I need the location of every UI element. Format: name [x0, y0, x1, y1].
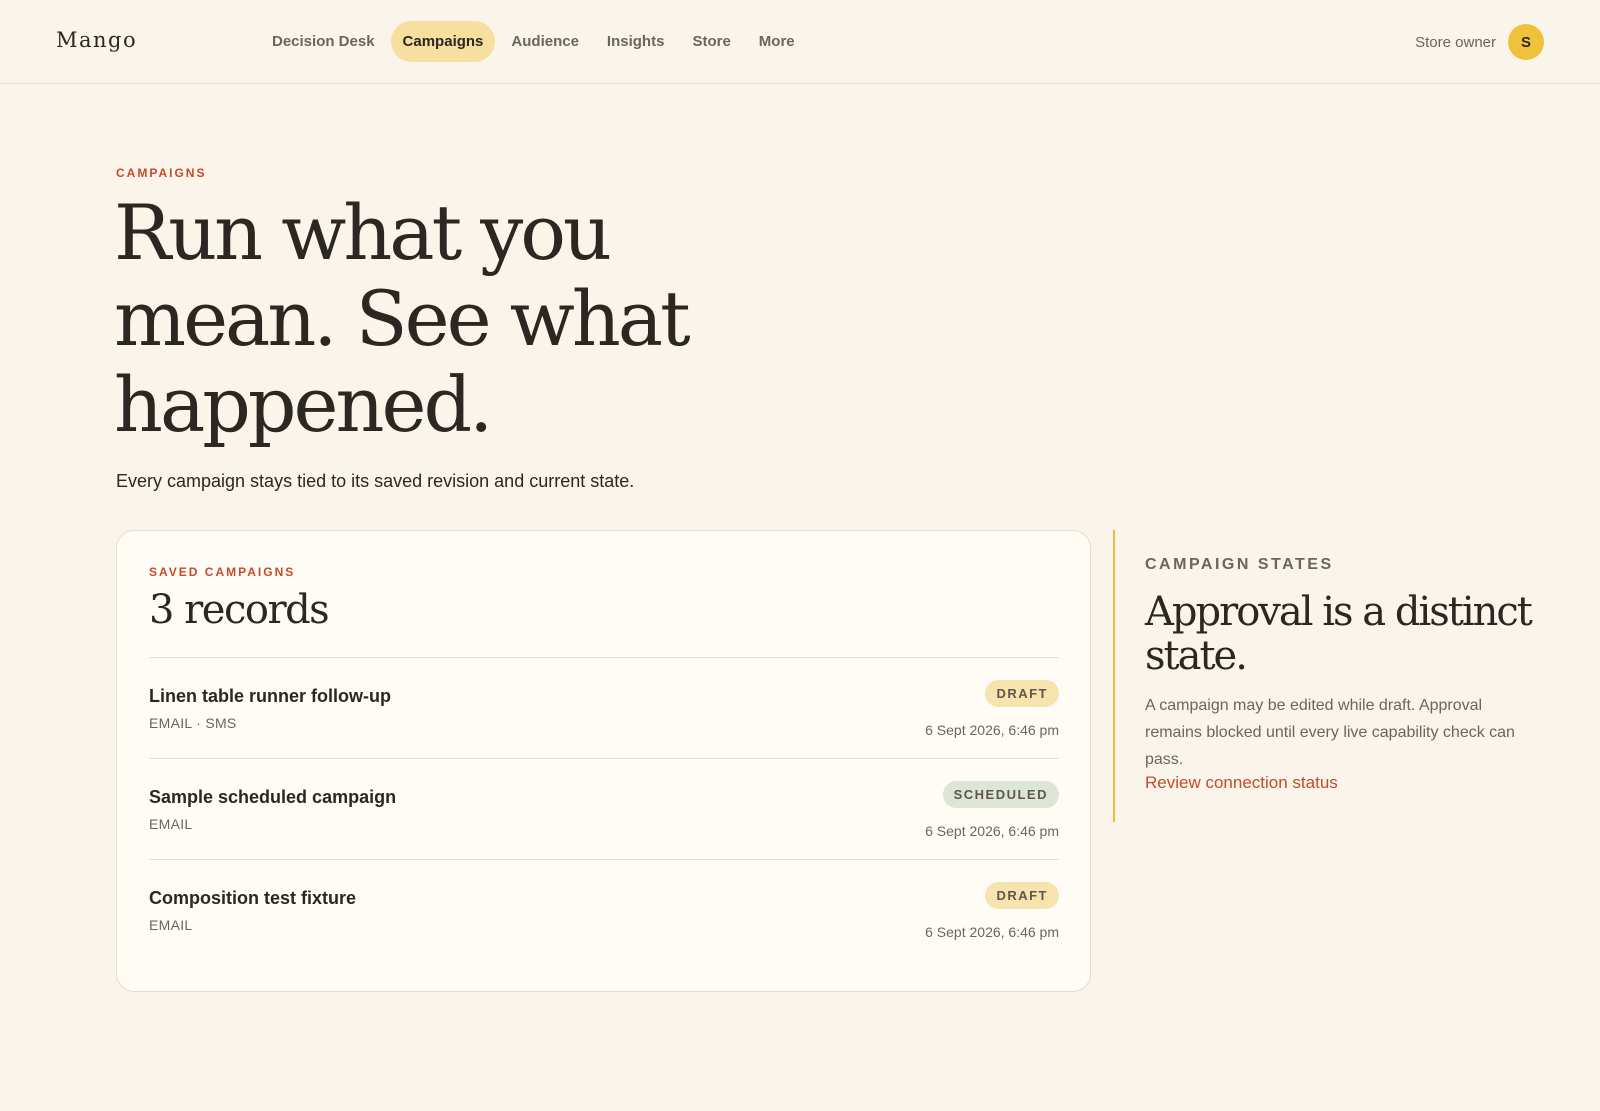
page-subtitle: Every campaign stays tied to its saved r…	[116, 471, 635, 491]
nav-item-insights[interactable]: Insights	[595, 21, 677, 62]
page-eyebrow: CAMPAIGNS	[116, 166, 207, 180]
campaign-states-eyebrow: CAMPAIGN STATES	[1145, 556, 1334, 573]
nav-item-store[interactable]: Store	[680, 21, 742, 62]
page-title: Run what you mean. See what happened.	[114, 188, 691, 449]
account-role-label: Store owner	[1415, 33, 1496, 51]
nav-item-more[interactable]: More	[747, 21, 807, 62]
campaign-row[interactable]: Composition test fixture EMAIL DRAFT 6 S…	[149, 859, 1059, 960]
account-menu[interactable]: Store owner S	[1415, 24, 1544, 60]
campaign-channels: EMAIL	[149, 917, 193, 933]
campaign-timestamp: 6 Sept 2026, 6:46 pm	[925, 823, 1059, 839]
campaign-list: Linen table runner follow-up EMAIL · SMS…	[149, 657, 1059, 960]
campaign-name[interactable]: Sample scheduled campaign	[149, 787, 396, 808]
brand-logo[interactable]: Mango	[56, 28, 137, 52]
campaign-timestamp: 6 Sept 2026, 6:46 pm	[925, 722, 1059, 738]
nav-item-campaigns[interactable]: Campaigns	[390, 21, 496, 62]
nav-item-audience[interactable]: Audience	[499, 21, 591, 62]
saved-campaigns-card: SAVED CAMPAIGNS 3 records Linen table ru…	[116, 530, 1091, 992]
campaign-channels: EMAIL	[149, 816, 193, 832]
status-badge: DRAFT	[985, 680, 1059, 707]
nav-item-decision-desk[interactable]: Decision Desk	[260, 21, 387, 62]
avatar[interactable]: S	[1508, 24, 1544, 60]
campaign-row[interactable]: Linen table runner follow-up EMAIL · SMS…	[149, 657, 1059, 758]
review-connection-status-link[interactable]: Review connection status	[1145, 773, 1338, 793]
campaign-row[interactable]: Sample scheduled campaign EMAIL SCHEDULE…	[149, 758, 1059, 859]
campaign-states-panel: CAMPAIGN STATES Approval is a distinct s…	[1113, 530, 1533, 822]
records-count: 3 records	[149, 587, 330, 633]
campaign-states-body: A campaign may be edited while draft. Ap…	[1145, 697, 1515, 768]
status-badge: DRAFT	[985, 882, 1059, 909]
campaign-states-title: Approval is a distinct state.	[1145, 589, 1533, 679]
campaign-name[interactable]: Linen table runner follow-up	[149, 686, 391, 707]
saved-campaigns-eyebrow: SAVED CAMPAIGNS	[149, 565, 296, 579]
main-nav: Decision Desk Campaigns Audience Insight…	[260, 21, 807, 62]
status-badge: SCHEDULED	[942, 781, 1059, 808]
campaign-channels: EMAIL · SMS	[149, 715, 237, 731]
top-navigation-bar: Mango Decision Desk Campaigns Audience I…	[0, 0, 1600, 84]
campaign-timestamp: 6 Sept 2026, 6:46 pm	[925, 924, 1059, 940]
campaign-name[interactable]: Composition test fixture	[149, 888, 356, 909]
